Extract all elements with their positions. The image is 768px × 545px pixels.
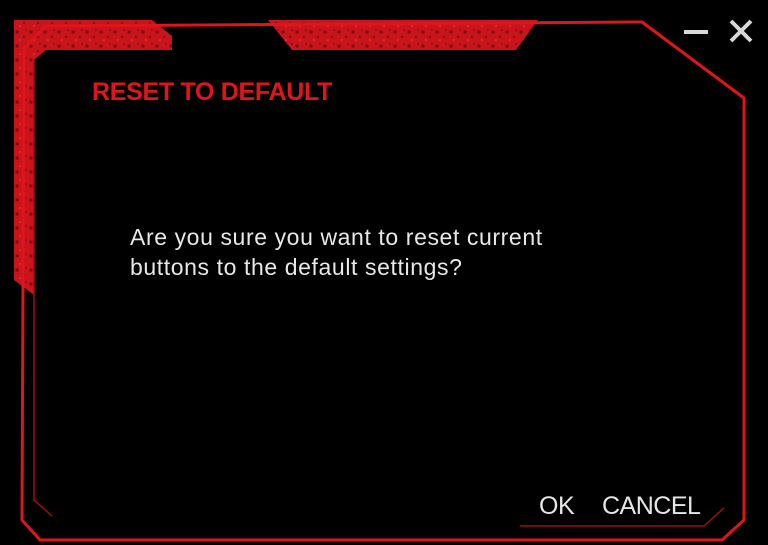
- message-line-1: Are you sure you want to reset current: [130, 224, 543, 250]
- close-icon[interactable]: [728, 18, 754, 44]
- message-line-2: buttons to the default settings?: [130, 254, 463, 280]
- dialog-message: Are you sure you want to reset current b…: [130, 222, 690, 282]
- reset-dialog: RESET TO DEFAULT Are you sure you want t…: [0, 0, 768, 545]
- minimize-icon[interactable]: [684, 30, 708, 34]
- frame-inner-line: [33, 60, 53, 517]
- dialog-title: RESET TO DEFAULT: [92, 78, 333, 106]
- ok-button[interactable]: OK: [539, 492, 575, 521]
- cancel-button[interactable]: CANCEL: [602, 492, 701, 521]
